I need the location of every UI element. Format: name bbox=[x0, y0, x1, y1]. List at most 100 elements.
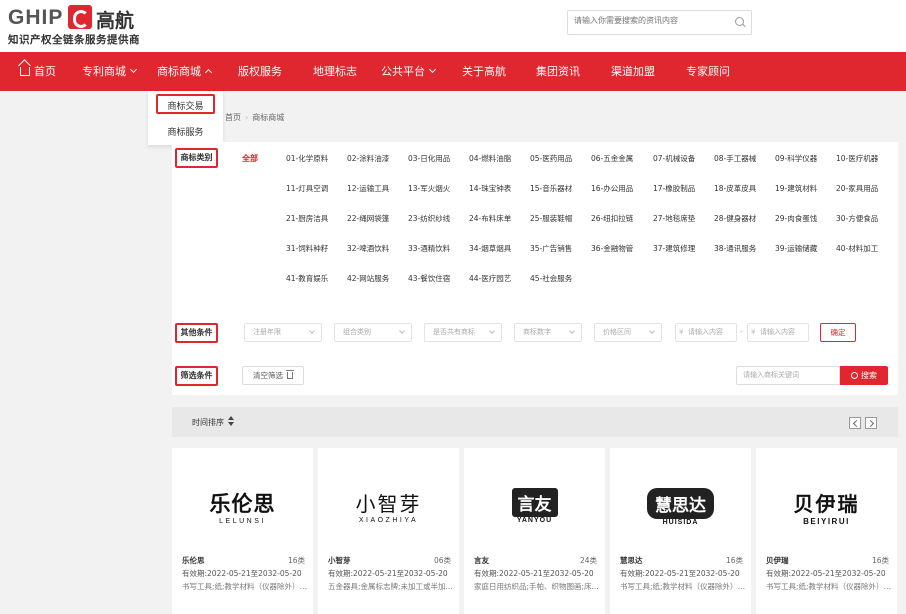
nav-trademark-mall[interactable]: 商标商城 bbox=[157, 52, 213, 91]
breadcrumb-parent[interactable]: 首页 bbox=[225, 113, 241, 122]
select-shared-trademark[interactable]: 是否共有商标 bbox=[424, 323, 502, 342]
category-item[interactable]: 21-厨房洁具 bbox=[286, 213, 328, 224]
trademark-card[interactable]: 乐伦思 LELUNSI 乐伦思 16类 有效期:2022-05-21至2032-… bbox=[172, 448, 313, 614]
category-item[interactable]: 09-科学仪器 bbox=[775, 153, 817, 164]
select-combo-class[interactable]: 组合类别 bbox=[334, 323, 412, 342]
category-item[interactable]: 43-餐饮住宿 bbox=[408, 273, 450, 284]
category-item[interactable]: 26-纽扣拉链 bbox=[591, 213, 633, 224]
confirm-button[interactable]: 确定 bbox=[820, 323, 856, 342]
category-item[interactable]: 39-运输储藏 bbox=[775, 243, 817, 254]
search-button[interactable]: 搜索 bbox=[840, 366, 888, 385]
trademark-card[interactable]: 小智芽 XIAOZHIYA 小智芽 06类 有效期:2022-05-21至203… bbox=[318, 448, 459, 614]
search-icon[interactable] bbox=[735, 17, 744, 26]
logo-wordmark: 慧思达 bbox=[647, 488, 714, 519]
category-item[interactable]: 32-啤酒饮料 bbox=[347, 243, 389, 254]
sort-by-time[interactable]: 时间排序 bbox=[192, 417, 224, 428]
dropdown-trademark-trade[interactable]: 商标交易 bbox=[148, 99, 223, 112]
category-item[interactable]: 33-酒精饮料 bbox=[408, 243, 450, 254]
category-item[interactable]: 45-社会服务 bbox=[530, 273, 572, 284]
category-item[interactable]: 20-家具用品 bbox=[836, 183, 878, 194]
category-item[interactable]: 18-皮革皮具 bbox=[714, 183, 756, 194]
sort-icon[interactable] bbox=[228, 416, 234, 426]
category-item[interactable]: 29-肉食蛋饯 bbox=[775, 213, 817, 224]
category-item[interactable]: 44-医疗园艺 bbox=[469, 273, 511, 284]
logo-mark-icon[interactable] bbox=[68, 5, 92, 29]
price-min-input[interactable]: ¥ 请输入内容 bbox=[675, 323, 737, 342]
category-item[interactable]: 27-地毯席垫 bbox=[653, 213, 695, 224]
category-item[interactable]: 17-橡胶制品 bbox=[653, 183, 695, 194]
category-all[interactable]: 全部 bbox=[242, 153, 258, 164]
category-item[interactable]: 35-广告销售 bbox=[530, 243, 572, 254]
dropdown-trademark-service[interactable]: 商标服务 bbox=[148, 125, 223, 138]
trademark-card[interactable]: 慧思达 HUISIDA 慧思达 16类 有效期:2022-05-21至2032-… bbox=[610, 448, 751, 614]
category-item[interactable]: 41-教育娱乐 bbox=[286, 273, 328, 284]
select-trademark-digits[interactable]: 商标数字 bbox=[514, 323, 582, 342]
category-item[interactable]: 06-五金金属 bbox=[591, 153, 633, 164]
category-item[interactable]: 16-办公用品 bbox=[591, 183, 633, 194]
nav-home[interactable]: 首页 bbox=[20, 52, 56, 91]
category-item[interactable]: 23-纺织纱线 bbox=[408, 213, 450, 224]
trademark-card[interactable]: 言友 YANYOU 言友 24类 有效期:2022-05-21至2032-05-… bbox=[464, 448, 605, 614]
category-item[interactable]: 25-服装鞋帽 bbox=[530, 213, 572, 224]
prev-page-button[interactable] bbox=[849, 417, 861, 429]
category-item[interactable]: 31-饲料种籽 bbox=[286, 243, 328, 254]
select-registration-years[interactable]: 注册年限 bbox=[244, 323, 322, 342]
sort-bar: 时间排序 bbox=[172, 407, 898, 437]
category-item[interactable]: 03-日化用品 bbox=[408, 153, 450, 164]
card-class: 16类 bbox=[871, 556, 889, 565]
chevron-down-icon bbox=[569, 328, 575, 334]
category-item[interactable]: 13-军火烟火 bbox=[408, 183, 450, 194]
site-header: GHIP 高航 知识产权全链条服务提供商 bbox=[0, 0, 906, 52]
breadcrumb: 首页 › 商标商城 bbox=[225, 112, 284, 123]
category-item[interactable]: 37-建筑修理 bbox=[653, 243, 695, 254]
category-item[interactable]: 22-绳网袋篷 bbox=[347, 213, 389, 224]
nav-geo-mark[interactable]: 地理标志 bbox=[313, 52, 357, 91]
nav-copyright[interactable]: 版权服务 bbox=[238, 52, 282, 91]
brand-logo: 贝伊瑞 BEIYIRUI bbox=[756, 488, 897, 526]
nav-label: 集团资讯 bbox=[536, 65, 580, 78]
category-item[interactable]: 24-布料床单 bbox=[469, 213, 511, 224]
nav-public-platform[interactable]: 公共平台 bbox=[381, 52, 437, 91]
nav-about[interactable]: 关于高航 bbox=[462, 52, 506, 91]
select-price-range[interactable]: 价格区间 bbox=[594, 323, 662, 342]
logo-subtext: LELUNSI bbox=[219, 518, 266, 525]
category-item[interactable]: 36-金融物管 bbox=[591, 243, 633, 254]
logo-text[interactable]: GHIP bbox=[8, 6, 63, 30]
category-item[interactable]: 01-化学原料 bbox=[286, 153, 328, 164]
brand-logo: 小智芽 XIAOZHIYA bbox=[318, 488, 459, 524]
category-item[interactable]: 08-手工器械 bbox=[714, 153, 756, 164]
site-search-input[interactable] bbox=[574, 16, 729, 25]
brand-logo: 慧思达 HUISIDA bbox=[610, 488, 751, 526]
category-item[interactable]: 28-健身器材 bbox=[714, 213, 756, 224]
category-item[interactable]: 14-珠宝钟表 bbox=[469, 183, 511, 194]
category-item[interactable]: 30-方便食品 bbox=[836, 213, 878, 224]
category-item[interactable]: 34-烟草烟具 bbox=[469, 243, 511, 254]
category-item[interactable]: 42-网站服务 bbox=[347, 273, 389, 284]
category-item[interactable]: 05-医药用品 bbox=[530, 153, 572, 164]
category-item[interactable]: 19-建筑材料 bbox=[775, 183, 817, 194]
category-item[interactable]: 38-通讯服务 bbox=[714, 243, 756, 254]
logo-cn[interactable]: 高航 bbox=[96, 6, 134, 33]
nav-experts[interactable]: 专家顾问 bbox=[686, 52, 730, 91]
category-item[interactable]: 40-材料加工 bbox=[836, 243, 878, 254]
nav-news[interactable]: 集团资讯 bbox=[536, 52, 580, 91]
nav-channel[interactable]: 渠道加盟 bbox=[611, 52, 655, 91]
category-item[interactable]: 11-灯具空调 bbox=[286, 183, 328, 194]
breadcrumb-separator: › bbox=[245, 113, 249, 122]
nav-patent-mall[interactable]: 专利商城 bbox=[82, 52, 138, 91]
filter-panel: 商标类别 全部 01-化学原料 02-涂料油漆 03-日化用品 04-燃料油脂 05-医… bbox=[172, 142, 898, 395]
category-item[interactable]: 12-运输工具 bbox=[347, 183, 389, 194]
select-placeholder: 注册年限 bbox=[253, 328, 281, 336]
keyword-input[interactable]: 请输入商标关键词 bbox=[736, 366, 840, 385]
next-page-button[interactable] bbox=[865, 417, 877, 429]
nav-label: 关于高航 bbox=[462, 65, 506, 78]
price-max-input[interactable]: ¥ 请输入内容 bbox=[747, 323, 809, 342]
category-item[interactable]: 10-医疗机器 bbox=[836, 153, 878, 164]
category-item[interactable]: 02-涂料油漆 bbox=[347, 153, 389, 164]
category-item[interactable]: 04-燃料油脂 bbox=[469, 153, 511, 164]
category-item[interactable]: 07-机械设备 bbox=[653, 153, 695, 164]
category-item[interactable]: 15-音乐器材 bbox=[530, 183, 572, 194]
trademark-card[interactable]: 贝伊瑞 BEIYIRUI 贝伊瑞 16类 有效期:2022-05-21至2032… bbox=[756, 448, 897, 614]
clear-filter-button[interactable]: 清空筛选 bbox=[242, 366, 304, 385]
logo-subtext: HUISIDA bbox=[662, 519, 699, 526]
